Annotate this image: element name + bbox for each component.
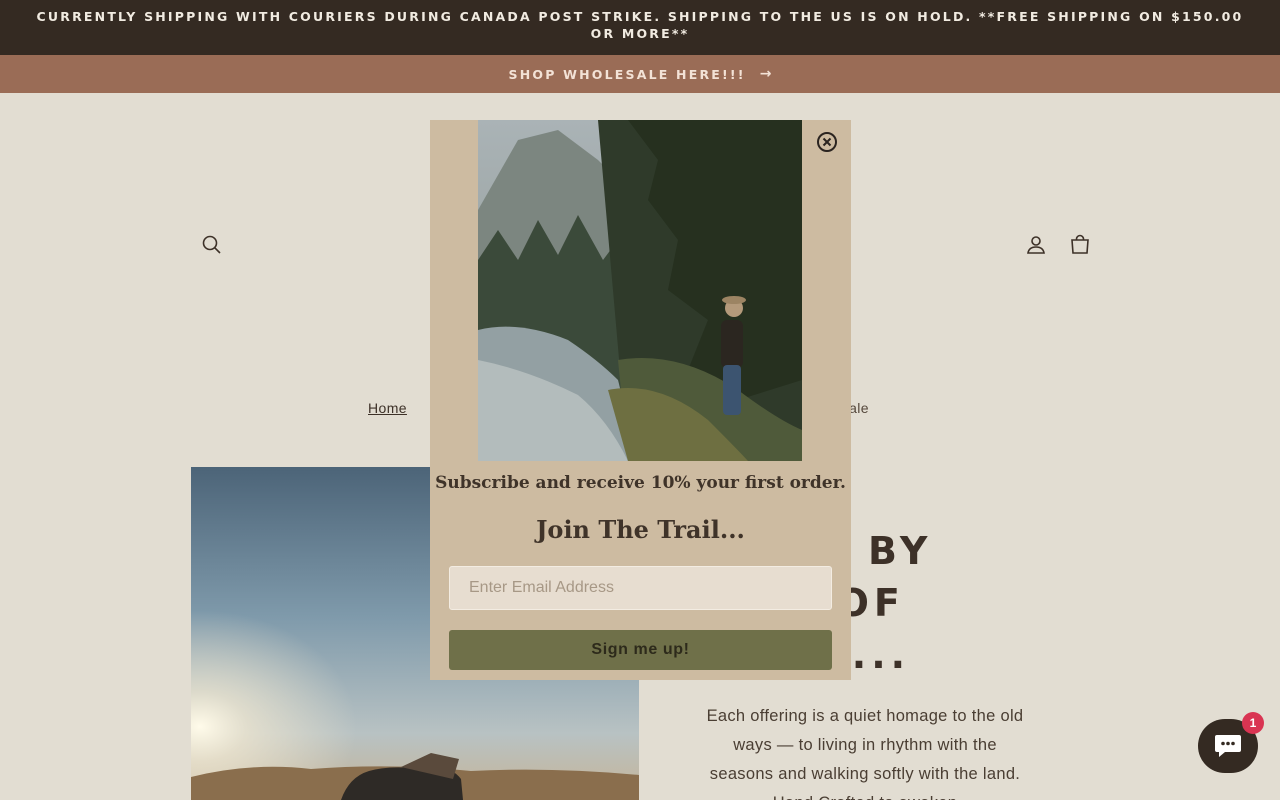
sign-up-button[interactable]: Sign me up! [449,630,832,670]
close-icon[interactable] [816,131,838,153]
breadcrumb-home[interactable]: Home [368,400,407,416]
shipping-notice: CURRENTLY SHIPPING WITH COURIERS DURING … [36,9,1244,41]
popup-title: Join The Trail... [536,515,745,544]
chat-badge: 1 [1242,712,1264,734]
subscribe-popup: Subscribe and receive 10% your first ord… [430,120,851,680]
cart-icon[interactable] [1068,233,1092,257]
search-icon[interactable] [200,233,224,257]
hero-body: Each offering is a quiet homage to the o… [706,707,1024,800]
wholesale-banner[interactable]: SHOP WHOLESALE HERE!!! → [0,55,1280,93]
arrow-right-icon: → [759,66,772,82]
announcement-bar: CURRENTLY SHIPPING WITH COURIERS DURING … [0,0,1280,55]
wholesale-link[interactable]: SHOP WHOLESALE HERE!!! [509,67,746,82]
popup-image [478,120,802,461]
account-icon[interactable] [1024,233,1048,257]
chat-icon [1215,735,1241,757]
popup-subtitle: Subscribe and receive 10% your first ord… [435,473,846,493]
email-field[interactable] [449,566,832,610]
